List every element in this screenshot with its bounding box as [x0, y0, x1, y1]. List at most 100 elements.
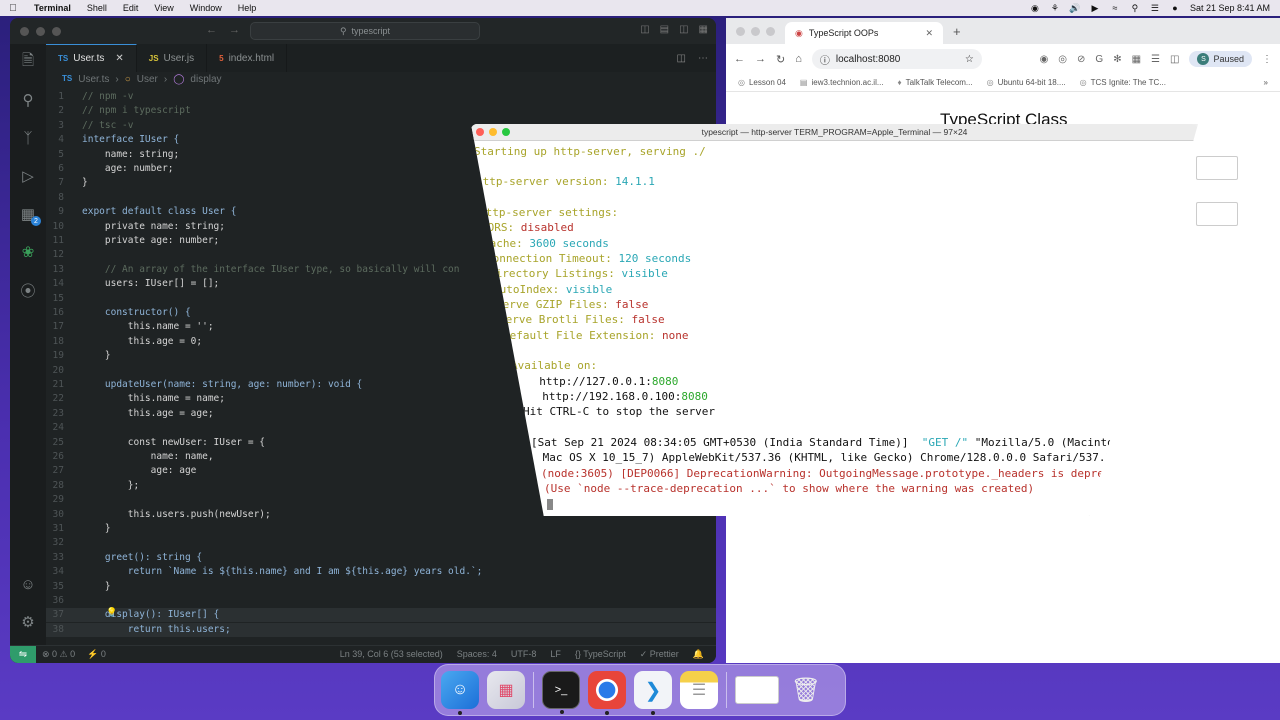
wifi-icon[interactable]: ≈ [1110, 3, 1120, 13]
gitlens-icon[interactable]: ⦿ [18, 280, 38, 300]
extension-grammar-icon[interactable]: G [1095, 54, 1103, 65]
back-arrow-icon[interactable]: ← [206, 24, 217, 36]
notifications-bell-icon[interactable]: 🔔 [693, 649, 704, 660]
more-menu-icon[interactable]: ⋮ [1262, 54, 1272, 65]
close-button[interactable] [20, 26, 29, 36]
code-line[interactable]: 2 // npm i typescript [46, 104, 716, 118]
back-arrow-icon[interactable]: ← [734, 53, 745, 65]
vscode-icon[interactable]: ❯ [634, 671, 672, 715]
terminal-icon[interactable]: >_ [542, 671, 580, 714]
volume-icon[interactable]: 🔊 [1069, 3, 1080, 13]
code-line[interactable]: 38 return this.users; [46, 622, 716, 637]
finder-icon[interactable]: ☺ [441, 671, 479, 715]
close-tab-icon[interactable]: ✕ [925, 28, 933, 39]
extension-icon[interactable]: ⚘ [1050, 3, 1060, 13]
code-line[interactable]: 34 return `Name is ${this.name} and I am… [46, 565, 716, 579]
menu-clock[interactable]: Sat 21 Sep 8:41 AM [1190, 3, 1270, 13]
run-debug-icon[interactable]: ▷ [18, 166, 38, 186]
menu-window[interactable]: Window [182, 3, 230, 13]
toggle-secondary-sidebar-icon[interactable]: ◫ [679, 24, 688, 35]
accounts-icon[interactable]: ☺ [18, 574, 38, 594]
metamask-icon[interactable]: ✻ [1113, 54, 1121, 65]
sidebar-icon[interactable]: ◫ [1170, 54, 1179, 65]
remote-icon[interactable]: ⇋ [10, 645, 36, 663]
menu-shell[interactable]: Shell [79, 3, 115, 13]
code-line[interactable]: 32 [46, 536, 716, 550]
bookmark-item[interactable]: ◎ TCS Ignite: The TC... [1080, 78, 1166, 87]
extension-block-icon[interactable]: ⊘ [1077, 54, 1085, 65]
command-center-search[interactable]: ⚲ typescript [250, 22, 480, 40]
minimize-button[interactable] [36, 26, 45, 36]
preview-icon[interactable] [735, 676, 779, 704]
line-endings[interactable]: LF [550, 649, 561, 660]
reload-icon[interactable]: ↻ [776, 53, 785, 66]
profile-button[interactable]: S Paused [1189, 51, 1252, 67]
control-center-icon[interactable]: ☰ [1150, 3, 1160, 13]
source-control-icon[interactable]: ᛉ [18, 128, 38, 148]
bookmark-item[interactable]: ▤ iew3.technion.ac.il... [800, 78, 884, 87]
indentation[interactable]: Spaces: 4 [457, 649, 497, 660]
breadcrumb-file[interactable]: User.ts [78, 74, 109, 85]
browser-tab[interactable]: ◉ TypeScript OOPs ✕ [785, 22, 943, 44]
bookmark-star-icon[interactable]: ☆ [965, 54, 974, 65]
menu-app-terminal[interactable]: Terminal [26, 3, 79, 13]
language-mode[interactable]: {} TypeScript [575, 649, 626, 660]
trash-icon[interactable]: 🗑 [787, 671, 825, 709]
chevron-right-icon[interactable]: » [1264, 78, 1268, 87]
mongodb-icon[interactable]: ❀ [18, 242, 38, 262]
menu-help[interactable]: Help [230, 3, 265, 13]
notes-icon[interactable]: ☰ [680, 671, 718, 709]
reading-list-icon[interactable]: ☰ [1151, 54, 1160, 65]
forward-arrow-icon[interactable]: → [755, 53, 766, 65]
tab-user-js[interactable]: JS User.js [137, 44, 208, 72]
code-line[interactable]: 31 } [46, 522, 716, 536]
bookmark-item[interactable]: ◎ Ubuntu 64-bit 18.... [987, 78, 1066, 87]
siri-icon[interactable]: ● [1170, 3, 1180, 13]
extension-icon[interactable]: ◎ [1058, 54, 1067, 65]
new-tab-icon[interactable]: + [953, 24, 961, 39]
bookmark-item[interactable]: ◎ Lesson 04 [738, 78, 786, 87]
ports-status[interactable]: ⚡ 0 [81, 649, 112, 660]
encoding[interactable]: UTF-8 [511, 649, 537, 660]
search-icon[interactable]: ⚲ [18, 90, 38, 110]
cursor-position[interactable]: Ln 39, Col 6 (53 selected) [340, 649, 443, 660]
bookmark-item[interactable]: ♦ TalkTalk Telecom... [898, 78, 973, 87]
record-icon[interactable]: ◉ [1030, 3, 1040, 13]
minimize-button[interactable] [751, 26, 760, 36]
extensions-puzzle-icon[interactable]: ▦ [1132, 54, 1141, 65]
play-icon[interactable]: ▶ [1090, 3, 1100, 13]
customize-layout-icon[interactable]: ▦ [699, 24, 708, 35]
more-actions-icon[interactable]: ⋯ [698, 53, 708, 64]
toggle-panel-icon[interactable]: ▤ [660, 24, 669, 35]
breadcrumb-class[interactable]: User [137, 74, 158, 85]
code-line[interactable]: 37 display(): IUser[] { [46, 608, 716, 623]
age-input[interactable] [1196, 202, 1238, 226]
home-icon[interactable]: ⌂ [795, 53, 802, 65]
chrome-icon[interactable] [588, 671, 626, 715]
tab-user-ts[interactable]: TS User.ts ✕ [46, 44, 137, 72]
tab-index-html[interactable]: 5 index.html [207, 44, 288, 72]
split-editor-icon[interactable]: ◫ [677, 53, 686, 64]
spotlight-icon[interactable]: ⚲ [1130, 3, 1140, 13]
address-bar[interactable]: ⓘ localhost:8080 ☆ [811, 49, 982, 69]
toggle-sidebar-icon[interactable]: ◫ [640, 24, 649, 35]
close-tab-icon[interactable]: ✕ [115, 53, 123, 64]
lightbulb-icon[interactable]: 💡 [106, 608, 117, 618]
extension-color-icon[interactable]: ◉ [1040, 54, 1049, 65]
forward-arrow-icon[interactable]: → [229, 24, 240, 36]
breadcrumb-method[interactable]: display [190, 74, 221, 85]
extensions-icon[interactable]: ▦ [18, 204, 41, 226]
close-button[interactable] [736, 26, 745, 36]
launchpad-icon[interactable]: ▦ [487, 671, 525, 709]
explorer-icon[interactable]: 🗎 [18, 52, 38, 72]
site-info-icon[interactable]: ⓘ [820, 52, 830, 67]
menu-view[interactable]: View [146, 3, 181, 13]
apple-menu-icon[interactable]:  [0, 3, 26, 14]
name-input[interactable] [1196, 156, 1238, 180]
prettier-status[interactable]: ✓ Prettier [640, 649, 679, 660]
code-line[interactable]: 33 greet(): string { [46, 551, 716, 565]
code-line[interactable]: 1 // npm -v [46, 90, 716, 104]
menu-edit[interactable]: Edit [115, 3, 147, 13]
code-line[interactable]: 36 [46, 594, 716, 608]
settings-gear-icon[interactable]: ⚙ [18, 612, 38, 632]
